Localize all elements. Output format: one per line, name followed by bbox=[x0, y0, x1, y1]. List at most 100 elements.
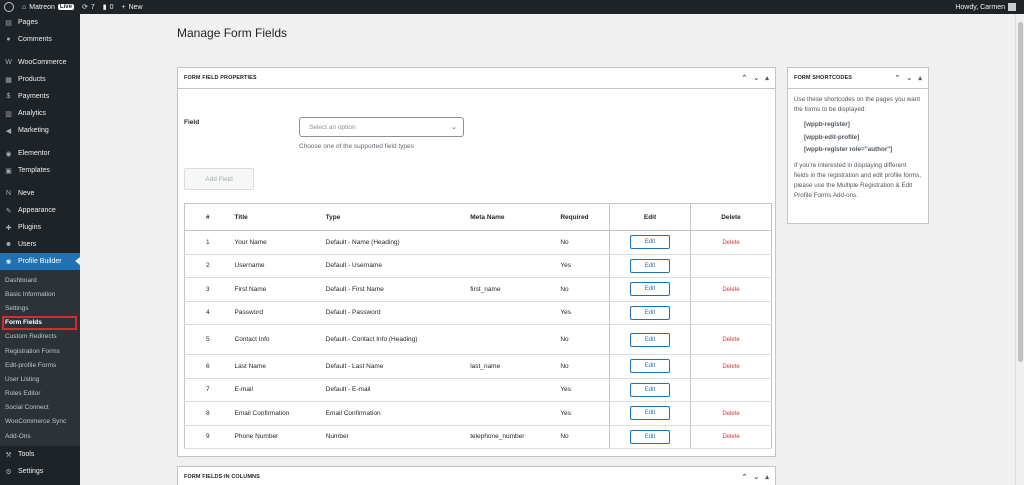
edit-button[interactable]: Edit bbox=[630, 235, 670, 250]
submenu-item-basic-information[interactable]: Basic Information bbox=[0, 287, 80, 301]
payments-icon: $ bbox=[6, 93, 11, 100]
move-up-icon[interactable]: ⌃ bbox=[741, 473, 747, 481]
delete-link[interactable]: Delete bbox=[722, 364, 739, 370]
pages-icon: ▤ bbox=[5, 19, 12, 27]
field-type: Default - Last Name bbox=[321, 354, 467, 379]
move-down-icon[interactable]: ⌄ bbox=[753, 74, 759, 82]
field-title: E-mail bbox=[230, 378, 322, 402]
edit-button[interactable]: Edit bbox=[630, 406, 670, 421]
field-title: Email Confirmation bbox=[230, 401, 322, 426]
delete-link[interactable]: Delete bbox=[722, 411, 739, 417]
sidebar-item-profile-builder[interactable]: ❀ Profile Builder bbox=[0, 253, 80, 270]
submenu-item-settings[interactable]: Settings bbox=[0, 301, 80, 315]
sidebar-item-elementor[interactable]: ◉ Elementor bbox=[0, 145, 80, 162]
toggle-panel-icon[interactable]: ▴ bbox=[918, 74, 922, 82]
sidebar-item-payments[interactable]: $ Payments bbox=[0, 88, 80, 105]
toggle-panel-icon[interactable]: ▴ bbox=[765, 473, 769, 481]
updates-icon: ⟳ bbox=[81, 4, 88, 11]
new-content-link[interactable]: + New bbox=[121, 4, 142, 11]
edit-cell: Edit bbox=[609, 277, 691, 302]
submenu-item-social-connect[interactable]: Social Connect bbox=[0, 401, 80, 415]
shortcodes-intro: Use these shortcodes on the pages you wa… bbox=[794, 96, 921, 113]
edit-button[interactable]: Edit bbox=[630, 382, 670, 397]
submenu-item-custom-redirects[interactable]: Custom Redirects bbox=[0, 330, 80, 344]
edit-button[interactable]: Edit bbox=[630, 305, 670, 320]
sidebar-item-products[interactable]: ▦ Products bbox=[0, 71, 80, 88]
submenu-item-roles-editor[interactable]: Roles Editor bbox=[0, 387, 80, 401]
delete-cell bbox=[690, 254, 772, 278]
field-required: No bbox=[556, 425, 610, 449]
updates-link[interactable]: ⟳ 7 bbox=[81, 3, 95, 12]
sidebar-item-analytics[interactable]: ▥ Analytics bbox=[0, 105, 80, 122]
sidebar-item-woocommerce[interactable]: W WooCommerce bbox=[0, 54, 80, 71]
table-row: 2 Username Default - Username Yes Edit bbox=[184, 254, 772, 278]
edit-button[interactable]: Edit bbox=[630, 429, 670, 444]
field-title: Your Name bbox=[230, 230, 322, 255]
sidebar-item-tools[interactable]: ⚒ Tools bbox=[0, 446, 80, 463]
sidebar-item-appearance[interactable]: ✎ Appearance bbox=[0, 202, 80, 219]
field-type: Default - First Name bbox=[321, 277, 467, 302]
site-name-link[interactable]: ⌂ Matreon Live bbox=[22, 4, 74, 11]
delete-link[interactable]: Delete bbox=[722, 287, 739, 293]
field-required: Yes bbox=[556, 254, 610, 278]
move-down-icon[interactable]: ⌄ bbox=[906, 74, 912, 82]
sidebar-item-plugins[interactable]: ✚ Plugins bbox=[0, 219, 80, 236]
submenu-item-woocommerce-sync[interactable]: WooCommerce Sync bbox=[0, 415, 80, 429]
comments-link[interactable]: ▮ 0 bbox=[102, 3, 114, 12]
page-scrollbar[interactable] bbox=[1015, 14, 1024, 485]
shortcode: [wppb-edit-profile] bbox=[804, 133, 860, 141]
sidebar-item-marketing[interactable]: ◀ Marketing bbox=[0, 122, 80, 139]
live-badge: Live bbox=[57, 4, 74, 10]
toggle-panel-icon[interactable]: ▴ bbox=[765, 74, 769, 82]
account-menu[interactable]: Howdy, Carmen bbox=[955, 3, 1016, 11]
field-type: Number bbox=[321, 425, 467, 449]
edit-button[interactable]: Edit bbox=[630, 258, 670, 273]
move-up-icon[interactable]: ⌃ bbox=[741, 74, 747, 82]
avatar bbox=[1008, 3, 1016, 11]
tools-icon: ⚒ bbox=[5, 451, 12, 459]
sidebar-item-comments[interactable]: ● Comments bbox=[0, 31, 80, 48]
postbox-header: FORM SHORTCODES ⌃ ⌄ ▴ bbox=[788, 68, 928, 89]
profile-builder-submenu: Dashboard Basic Information Settings Form F… bbox=[0, 270, 80, 447]
field-title: First Name bbox=[230, 277, 322, 302]
submenu-item-form-fields[interactable]: Form Fields bbox=[2, 315, 77, 330]
field-type-select[interactable]: Select an option ⌄ bbox=[299, 117, 464, 137]
edit-button[interactable]: Edit bbox=[630, 359, 670, 374]
scrollbar-thumb[interactable] bbox=[1018, 22, 1023, 362]
marketing-icon: ◀ bbox=[5, 127, 12, 135]
sidebar-item-settings[interactable]: ⚙ Settings bbox=[0, 463, 80, 480]
submenu-item-add-ons[interactable]: Add-Ons bbox=[0, 429, 80, 443]
add-field-button[interactable]: Add Field bbox=[184, 168, 254, 190]
form-field-properties-box: FORM FIELD PROPERTIES ⌃ ⌄ ▴ Field Select… bbox=[177, 67, 776, 457]
row-number: 4 bbox=[184, 301, 231, 325]
edit-button[interactable]: Edit bbox=[630, 282, 670, 297]
submenu-item-dashboard[interactable]: Dashboard bbox=[0, 273, 80, 287]
sidebar-item-pages[interactable]: ▤ Pages bbox=[0, 14, 80, 31]
delete-link[interactable]: Delete bbox=[722, 337, 739, 343]
sidebar-item-users[interactable]: ☻ Users bbox=[0, 236, 80, 253]
field-title: Password bbox=[230, 301, 322, 325]
table-header-row: # Title Type Meta Name Required Edit Delete bbox=[184, 203, 772, 231]
chevron-down-icon: ⌄ bbox=[451, 124, 457, 131]
comment-bubble-icon: ▮ bbox=[102, 4, 107, 11]
delete-cell bbox=[690, 301, 772, 325]
field-type: Default - Password bbox=[321, 301, 467, 325]
wordpress-logo-icon[interactable] bbox=[4, 2, 14, 12]
profile-builder-icon: ❀ bbox=[5, 258, 12, 266]
move-up-icon[interactable]: ⌃ bbox=[894, 74, 900, 82]
sidebar-item-neve[interactable]: N Neve bbox=[0, 185, 80, 202]
table-row: 3 First Name Default - First Name first_nam… bbox=[184, 277, 772, 302]
delete-link[interactable]: Delete bbox=[722, 240, 739, 246]
field-required: No bbox=[556, 277, 610, 302]
submenu-item-registration-forms[interactable]: Registration Forms bbox=[0, 344, 80, 358]
row-number: 5 bbox=[184, 324, 231, 355]
submenu-item-edit-profile-forms[interactable]: Edit-profile Forms bbox=[0, 358, 80, 372]
analytics-icon: ▥ bbox=[5, 110, 12, 118]
submenu-item-user-listing[interactable]: User Listing bbox=[0, 372, 80, 386]
delete-link[interactable]: Delete bbox=[722, 434, 739, 440]
sidebar-item-templates[interactable]: ▣ Templates bbox=[0, 162, 80, 179]
edit-button[interactable]: Edit bbox=[630, 332, 670, 347]
table-row: 5 Contact Info Default - Contact Info (Hea… bbox=[184, 324, 772, 355]
move-down-icon[interactable]: ⌄ bbox=[753, 473, 759, 481]
row-number: 6 bbox=[184, 354, 231, 379]
